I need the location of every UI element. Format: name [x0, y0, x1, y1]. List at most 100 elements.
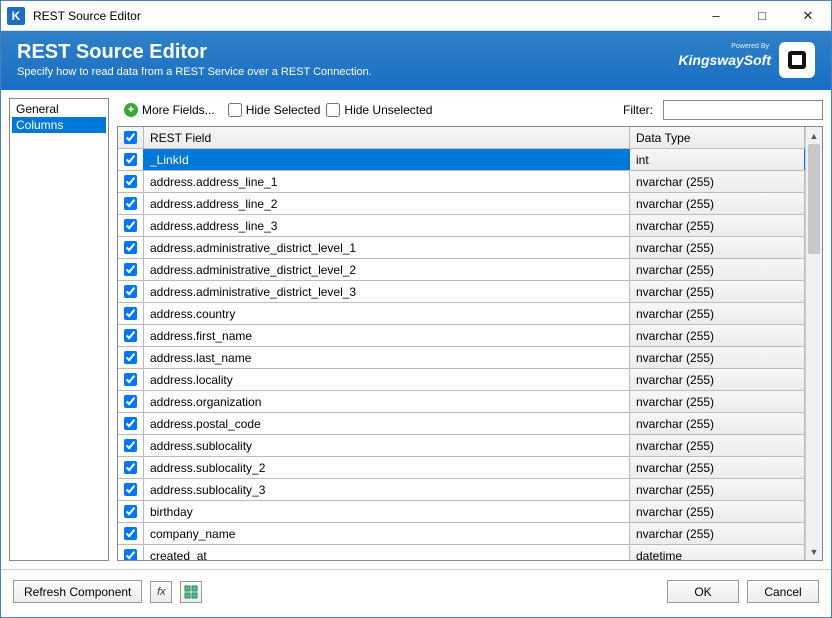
row-field[interactable]: address.first_name: [144, 325, 630, 346]
row-type[interactable]: nvarchar (255): [630, 369, 805, 390]
row-check-cell[interactable]: [118, 303, 144, 324]
row-field[interactable]: address.sublocality_3: [144, 479, 630, 500]
row-type[interactable]: nvarchar (255): [630, 347, 805, 368]
table-row[interactable]: address.address_line_1nvarchar (255): [118, 171, 805, 193]
row-check-cell[interactable]: [118, 413, 144, 434]
row-field[interactable]: address.last_name: [144, 347, 630, 368]
row-checkbox[interactable]: [124, 197, 137, 210]
header-field[interactable]: REST Field: [144, 127, 630, 148]
row-type[interactable]: nvarchar (255): [630, 413, 805, 434]
row-field[interactable]: address.country: [144, 303, 630, 324]
row-field[interactable]: address.postal_code: [144, 413, 630, 434]
refresh-component-button[interactable]: Refresh Component: [13, 580, 142, 603]
row-check-cell[interactable]: [118, 479, 144, 500]
row-check-cell[interactable]: [118, 237, 144, 258]
row-type[interactable]: nvarchar (255): [630, 501, 805, 522]
row-check-cell[interactable]: [118, 149, 144, 170]
row-type[interactable]: nvarchar (255): [630, 237, 805, 258]
row-checkbox[interactable]: [124, 505, 137, 518]
table-row[interactable]: address.sublocalitynvarchar (255): [118, 435, 805, 457]
expression-button[interactable]: fx: [150, 581, 172, 603]
scroll-down-icon[interactable]: ▼: [806, 543, 822, 560]
row-type[interactable]: datetime: [630, 545, 805, 560]
row-type[interactable]: nvarchar (255): [630, 391, 805, 412]
table-row[interactable]: company_namenvarchar (255): [118, 523, 805, 545]
hide-unselected-checkbox[interactable]: Hide Unselected: [326, 103, 432, 117]
row-field[interactable]: company_name: [144, 523, 630, 544]
row-field[interactable]: birthday: [144, 501, 630, 522]
row-checkbox[interactable]: [124, 527, 137, 540]
row-check-cell[interactable]: [118, 501, 144, 522]
select-all-checkbox[interactable]: [124, 131, 137, 144]
table-row[interactable]: address.last_namenvarchar (255): [118, 347, 805, 369]
row-type[interactable]: nvarchar (255): [630, 435, 805, 456]
row-field[interactable]: address.organization: [144, 391, 630, 412]
row-checkbox[interactable]: [124, 395, 137, 408]
row-field[interactable]: address.administrative_district_level_2: [144, 259, 630, 280]
row-check-cell[interactable]: [118, 435, 144, 456]
table-row[interactable]: address.address_line_2nvarchar (255): [118, 193, 805, 215]
row-field[interactable]: address.address_line_3: [144, 215, 630, 236]
row-check-cell[interactable]: [118, 523, 144, 544]
row-checkbox[interactable]: [124, 329, 137, 342]
nav-item-general[interactable]: General: [12, 101, 106, 117]
row-field[interactable]: address.sublocality_2: [144, 457, 630, 478]
row-checkbox[interactable]: [124, 219, 137, 232]
row-type[interactable]: nvarchar (255): [630, 457, 805, 478]
row-check-cell[interactable]: [118, 457, 144, 478]
table-row[interactable]: address.administrative_district_level_3n…: [118, 281, 805, 303]
vertical-scrollbar[interactable]: ▲ ▼: [805, 127, 822, 560]
row-checkbox[interactable]: [124, 549, 137, 560]
row-type[interactable]: nvarchar (255): [630, 281, 805, 302]
filter-input[interactable]: [663, 100, 823, 120]
row-check-cell[interactable]: [118, 259, 144, 280]
table-row[interactable]: address.address_line_3nvarchar (255): [118, 215, 805, 237]
row-check-cell[interactable]: [118, 193, 144, 214]
row-field[interactable]: address.sublocality: [144, 435, 630, 456]
row-check-cell[interactable]: [118, 325, 144, 346]
table-row[interactable]: birthdaynvarchar (255): [118, 501, 805, 523]
cancel-button[interactable]: Cancel: [747, 580, 819, 603]
row-field[interactable]: address.address_line_2: [144, 193, 630, 214]
row-checkbox[interactable]: [124, 175, 137, 188]
row-checkbox[interactable]: [124, 483, 137, 496]
table-row[interactable]: address.sublocality_3nvarchar (255): [118, 479, 805, 501]
row-field[interactable]: address.administrative_district_level_1: [144, 237, 630, 258]
row-check-cell[interactable]: [118, 215, 144, 236]
table-row[interactable]: created_atdatetime: [118, 545, 805, 560]
row-type[interactable]: nvarchar (255): [630, 171, 805, 192]
maximize-button[interactable]: □: [739, 1, 785, 31]
row-field[interactable]: _LinkId: [144, 149, 630, 170]
scroll-thumb[interactable]: [808, 144, 820, 254]
more-fields-button[interactable]: + More Fields...: [117, 100, 222, 120]
row-checkbox[interactable]: [124, 307, 137, 320]
hide-selected-input[interactable]: [228, 103, 242, 117]
row-check-cell[interactable]: [118, 391, 144, 412]
row-field[interactable]: address.locality: [144, 369, 630, 390]
table-row[interactable]: address.localitynvarchar (255): [118, 369, 805, 391]
row-check-cell[interactable]: [118, 171, 144, 192]
table-row[interactable]: address.sublocality_2nvarchar (255): [118, 457, 805, 479]
scroll-track[interactable]: [806, 144, 822, 543]
row-type[interactable]: nvarchar (255): [630, 303, 805, 324]
row-field[interactable]: address.administrative_district_level_3: [144, 281, 630, 302]
row-type[interactable]: nvarchar (255): [630, 215, 805, 236]
row-check-cell[interactable]: [118, 281, 144, 302]
row-checkbox[interactable]: [124, 263, 137, 276]
hide-selected-checkbox[interactable]: Hide Selected: [228, 103, 321, 117]
row-checkbox[interactable]: [124, 439, 137, 452]
row-checkbox[interactable]: [124, 351, 137, 364]
table-row[interactable]: address.administrative_district_level_2n…: [118, 259, 805, 281]
row-checkbox[interactable]: [124, 417, 137, 430]
row-field[interactable]: created_at: [144, 545, 630, 560]
row-field[interactable]: address.address_line_1: [144, 171, 630, 192]
row-check-cell[interactable]: [118, 369, 144, 390]
row-type[interactable]: nvarchar (255): [630, 193, 805, 214]
row-checkbox[interactable]: [124, 461, 137, 474]
row-type[interactable]: nvarchar (255): [630, 479, 805, 500]
close-button[interactable]: ✕: [785, 1, 831, 31]
scroll-up-icon[interactable]: ▲: [806, 127, 822, 144]
row-checkbox[interactable]: [124, 285, 137, 298]
table-row[interactable]: address.administrative_district_level_1n…: [118, 237, 805, 259]
row-check-cell[interactable]: [118, 545, 144, 560]
